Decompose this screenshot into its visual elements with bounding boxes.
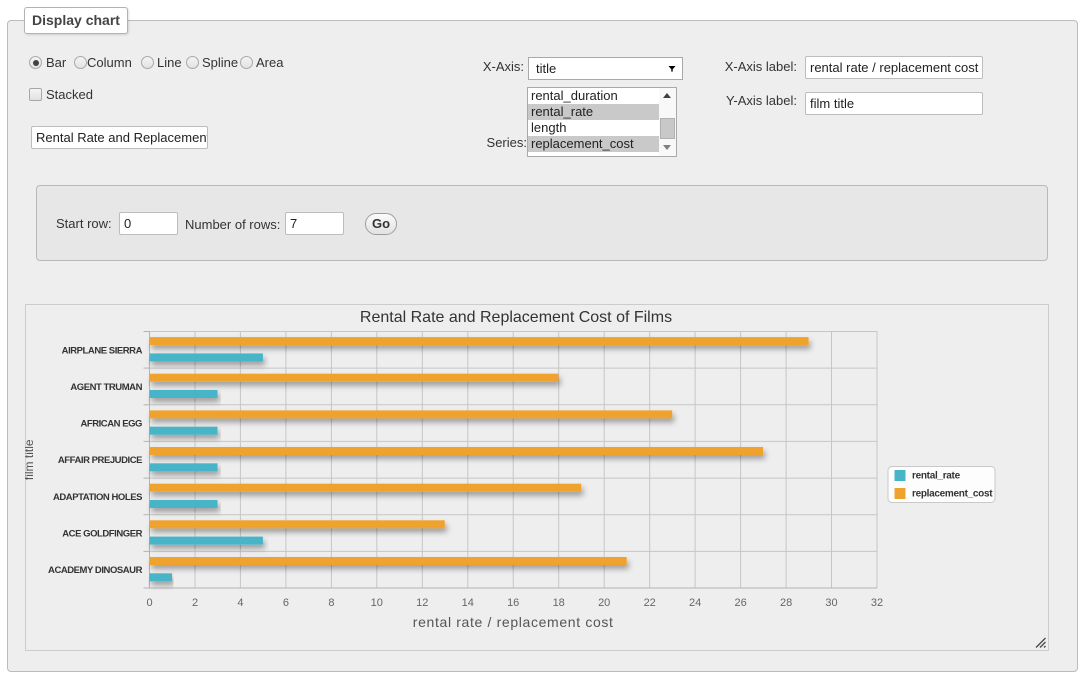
svg-text:30: 30 xyxy=(825,597,837,609)
svg-text:16: 16 xyxy=(507,597,519,609)
svg-text:26: 26 xyxy=(734,597,746,609)
svg-text:rental rate / replacement cost: rental rate / replacement cost xyxy=(413,614,614,630)
svg-text:2: 2 xyxy=(192,597,198,609)
svg-text:14: 14 xyxy=(462,597,474,609)
svg-text:ACE GOLDFINGER: ACE GOLDFINGER xyxy=(62,529,142,540)
svg-text:AFRICAN EGG: AFRICAN EGG xyxy=(80,419,142,430)
svg-text:32: 32 xyxy=(871,597,883,609)
svg-text:12: 12 xyxy=(416,597,428,609)
svg-text:4: 4 xyxy=(237,597,243,609)
svg-text:24: 24 xyxy=(689,597,701,609)
svg-text:20: 20 xyxy=(598,597,610,609)
svg-text:6: 6 xyxy=(283,597,289,609)
svg-text:replacement_cost: replacement_cost xyxy=(912,489,993,500)
svg-text:ADAPTATION HOLES: ADAPTATION HOLES xyxy=(53,492,142,503)
svg-text:AGENT TRUMAN: AGENT TRUMAN xyxy=(70,382,142,393)
svg-text:10: 10 xyxy=(371,597,383,609)
svg-text:ACADEMY DINOSAUR: ACADEMY DINOSAUR xyxy=(48,565,143,576)
svg-text:0: 0 xyxy=(146,597,152,609)
svg-text:8: 8 xyxy=(328,597,334,609)
svg-text:film title: film title xyxy=(25,439,36,480)
svg-text:Rental Rate and Replacement Co: Rental Rate and Replacement Cost of Film… xyxy=(360,309,672,326)
svg-text:22: 22 xyxy=(644,597,656,609)
svg-text:28: 28 xyxy=(780,597,792,609)
svg-text:18: 18 xyxy=(553,597,565,609)
svg-text:rental_rate: rental_rate xyxy=(912,471,961,482)
svg-text:AIRPLANE SIERRA: AIRPLANE SIERRA xyxy=(62,345,143,356)
svg-text:AFFAIR PREJUDICE: AFFAIR PREJUDICE xyxy=(58,455,142,466)
